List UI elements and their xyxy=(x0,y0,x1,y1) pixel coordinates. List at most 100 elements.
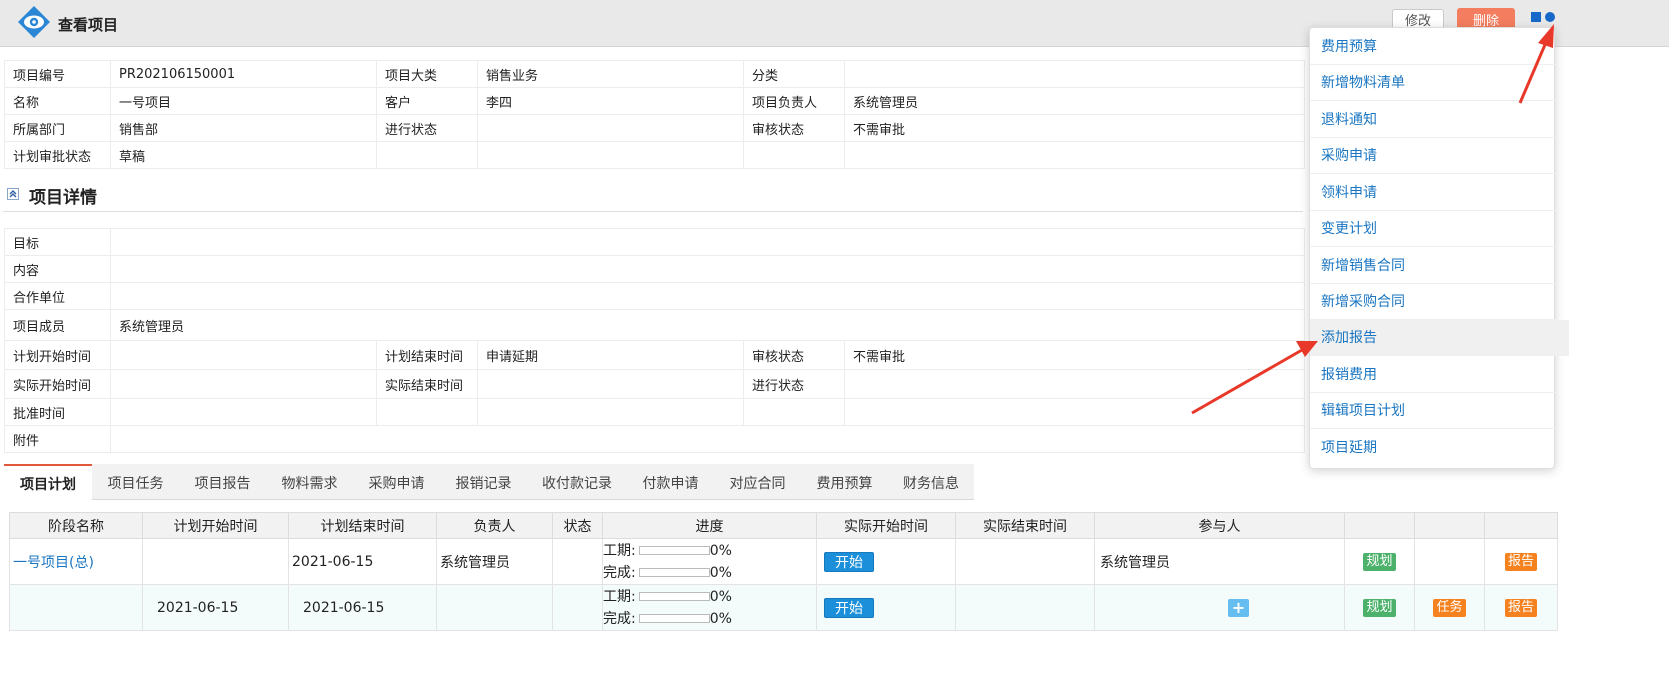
menu-item-add-report[interactable]: 添加报告 xyxy=(1310,320,1569,356)
col-stage-name: 阶段名称 xyxy=(9,512,143,539)
cell-status xyxy=(552,584,603,631)
done-progress-bar xyxy=(638,568,710,577)
menu-item-new-sales-contract[interactable]: 新增销售合同 xyxy=(1310,248,1556,284)
start-button[interactable]: 开始 xyxy=(824,597,874,618)
label-target: 目标 xyxy=(4,228,111,256)
col-owner: 负责人 xyxy=(436,512,553,539)
menu-item-purchase-request[interactable]: 采购申请 xyxy=(1310,138,1556,174)
label-name: 名称 xyxy=(4,87,111,115)
report-tag-button[interactable]: 报告 xyxy=(1504,598,1537,617)
tab-payment-records[interactable]: 收付款记录 xyxy=(527,464,627,500)
menu-item-return-notice[interactable]: 退料通知 xyxy=(1310,102,1556,138)
tab-bar: 项目计划 项目任务 项目报告 物料需求 采购申请 报销记录 收付款记录 付款申请… xyxy=(4,464,974,500)
plan-tag-button[interactable]: 规划 xyxy=(1363,598,1396,617)
tab-payment-requests[interactable]: 付款申请 xyxy=(627,464,714,500)
value-progress-status xyxy=(477,114,744,142)
empty-cell xyxy=(477,398,744,426)
col-action-plan xyxy=(1344,512,1415,539)
empty-cell xyxy=(843,398,1306,426)
cell-owner xyxy=(436,584,553,631)
start-button[interactable]: 开始 xyxy=(824,551,874,572)
tab-contracts[interactable]: 对应合同 xyxy=(714,464,801,500)
done-progress-bar xyxy=(638,614,710,623)
section-title: 项目详情 xyxy=(29,188,97,208)
cell-plan-start xyxy=(142,538,289,585)
tab-material-needs[interactable]: 物料需求 xyxy=(266,464,353,500)
cell-progress: 工期: 0% 完成: 0% xyxy=(602,538,817,585)
value-department: 销售部 xyxy=(110,114,377,142)
label-category: 分类 xyxy=(743,60,845,88)
cell-plan-start: 2021-06-15 xyxy=(142,584,289,631)
work-label: 工期: xyxy=(603,542,636,559)
label-progress-status: 进行状态 xyxy=(376,114,478,142)
work-percent: 0% xyxy=(709,542,732,559)
page-title: 查看项目 xyxy=(58,16,119,34)
tab-project-plan[interactable]: 项目计划 xyxy=(4,464,92,500)
stage-link[interactable]: 一号项目(总) xyxy=(13,555,94,571)
plan-tag-button[interactable]: 规划 xyxy=(1363,552,1396,571)
table-row: 一号项目(总) 2021-06-15 系统管理员 工期: 0% 完成: 0% 开始 … xyxy=(9,538,1558,585)
value-members: 系统管理员 xyxy=(109,309,1306,341)
eye-logo-icon xyxy=(18,6,50,38)
table-row: 2021-06-15 2021-06-15 工期: 0% 完成: 0% 开始 + 规… xyxy=(9,584,1558,631)
label-partner: 合作单位 xyxy=(4,282,111,310)
menu-item-project-delay[interactable]: 项目延期 xyxy=(1310,430,1556,466)
label-actual-start: 实际开始时间 xyxy=(4,369,111,399)
value-project-no: PR202106150001 xyxy=(110,60,377,88)
label-department: 所属部门 xyxy=(4,114,111,142)
section-header-project-detail: 项目详情 xyxy=(3,180,1303,212)
empty-cell xyxy=(477,141,744,169)
value-progress-status xyxy=(843,369,1306,399)
menu-item-material-request[interactable]: 领料申请 xyxy=(1310,175,1556,211)
menu-item-new-purchase-contract[interactable]: 新增采购合同 xyxy=(1310,284,1556,320)
col-progress: 进度 xyxy=(602,512,817,539)
work-progress-bar xyxy=(638,592,710,601)
empty-cell xyxy=(376,398,478,426)
menu-item-change-plan[interactable]: 变更计划 xyxy=(1310,211,1556,247)
menu-item-reimburse[interactable]: 报销费用 xyxy=(1310,357,1556,393)
value-target xyxy=(109,228,1306,256)
report-tag-button[interactable]: 报告 xyxy=(1504,552,1537,571)
tab-budget[interactable]: 费用预算 xyxy=(801,464,888,500)
col-participants: 参与人 xyxy=(1094,512,1345,539)
tab-project-tasks[interactable]: 项目任务 xyxy=(92,464,179,500)
work-progress-bar xyxy=(638,546,710,555)
actions-dropdown-menu: 费用预算 新增物料清单 退料通知 采购申请 领料申请 变更计划 新增销售合同 新… xyxy=(1309,27,1569,469)
label-content: 内容 xyxy=(4,255,111,283)
cell-stage xyxy=(9,584,143,631)
value-actual-end xyxy=(477,369,744,399)
apply-delay-link[interactable]: 申请延期 xyxy=(477,340,744,370)
label-attachment: 附件 xyxy=(4,425,111,453)
value-project-owner: 系统管理员 xyxy=(844,87,1305,115)
label-plan-end: 计划结束时间 xyxy=(376,340,478,370)
value-audit-status: 不需审批 xyxy=(844,114,1305,142)
done-label: 完成: xyxy=(603,610,636,627)
project-plan-table: 阶段名称 计划开始时间 计划结束时间 负责人 状态 进度 实际开始时间 实际结束… xyxy=(9,512,1558,631)
menu-item-budget[interactable]: 费用预算 xyxy=(1310,29,1556,65)
col-plan-end: 计划结束时间 xyxy=(288,512,437,539)
label-customer: 客户 xyxy=(376,87,478,115)
menu-item-new-material-list[interactable]: 新增物料清单 xyxy=(1310,65,1556,101)
tab-finance-info[interactable]: 财务信息 xyxy=(888,464,974,500)
value-audit-status: 不需审批 xyxy=(843,340,1306,370)
label-plan-approval-status: 计划审批状态 xyxy=(4,141,111,169)
tab-project-reports[interactable]: 项目报告 xyxy=(179,464,266,500)
value-content xyxy=(109,255,1306,283)
add-participant-plus-icon[interactable]: + xyxy=(1228,598,1249,617)
cell-status xyxy=(552,538,603,585)
label-project-owner: 项目负责人 xyxy=(743,87,845,115)
tab-reimbursement-records[interactable]: 报销记录 xyxy=(440,464,527,500)
collapse-icon[interactable] xyxy=(7,188,19,200)
menu-item-edit-plan[interactable]: 辑辑项目计划 xyxy=(1310,393,1556,429)
value-plan-approval-status: 草稿 xyxy=(110,141,377,169)
col-plan-start: 计划开始时间 xyxy=(142,512,289,539)
task-tag-button[interactable]: 任务 xyxy=(1433,598,1466,617)
label-project-no: 项目编号 xyxy=(4,60,111,88)
value-name: 一号项目 xyxy=(110,87,377,115)
basic-info-table: 项目编号 PR202106150001 项目大类 销售业务 分类 名称 一号项目… xyxy=(4,60,1305,169)
tab-purchase-requests[interactable]: 采购申请 xyxy=(353,464,440,500)
done-percent: 0% xyxy=(709,564,732,581)
col-action-task xyxy=(1414,512,1485,539)
work-label: 工期: xyxy=(603,588,636,605)
label-category-main: 项目大类 xyxy=(376,60,478,88)
